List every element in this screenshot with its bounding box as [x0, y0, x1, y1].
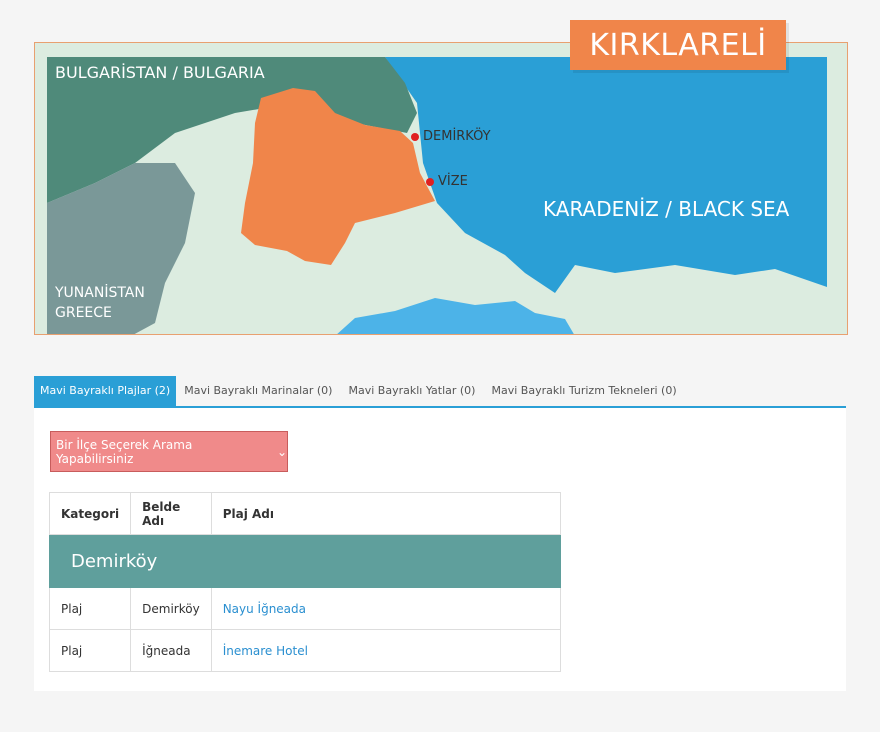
city-marker-icon: [411, 132, 419, 141]
tab-blue-flag-beaches[interactable]: Mavi Bayraklı Plajlar (2): [34, 376, 177, 406]
city-vize: VİZE: [426, 174, 468, 189]
city-name: VİZE: [438, 174, 468, 189]
cell-town: İğneada: [130, 629, 212, 672]
city-demirkoy: DEMİRKÖY: [411, 129, 491, 144]
column-header-beach: Plaj Adı: [210, 492, 562, 535]
city-marker-icon: [426, 177, 434, 186]
chevron-down-icon: ⌄: [276, 444, 287, 459]
table-header-row: Kategori Belde Adı Plaj Adı: [48, 492, 562, 535]
tab-blue-flag-tour-boats[interactable]: Mavi Bayraklı Turizm Tekneleri (0): [483, 376, 684, 406]
cell-category: Plaj: [48, 629, 132, 672]
province-title-badge: KIRKLARELİ: [570, 20, 786, 70]
district-select[interactable]: Bir İlçe Seçerek Arama Yapabilirsiniz ⌄: [50, 431, 288, 472]
table-row: Plaj İğneada İnemare Hotel: [48, 629, 562, 672]
province-map: BULGARİSTAN / BULGARIA YUNANİSTAN GREECE…: [34, 42, 848, 335]
black-sea-label: KARADENİZ / BLACK SEA: [543, 197, 790, 221]
bulgaria-label: BULGARİSTAN / BULGARIA: [55, 63, 265, 82]
city-name: DEMİRKÖY: [423, 129, 491, 144]
beach-link[interactable]: Nayu İğneada: [223, 602, 306, 616]
bosphorus-shape: [337, 298, 574, 334]
table-row: Plaj Demirköy Nayu İğneada: [48, 587, 562, 630]
district-select-label: Bir İlçe Seçerek Arama Yapabilirsiniz: [56, 437, 193, 466]
map-graphic: [47, 57, 827, 334]
cell-beach: İnemare Hotel: [210, 629, 562, 672]
greece-label-line2: GREECE: [55, 305, 112, 321]
greece-label: YUNANİSTAN GREECE: [55, 283, 145, 323]
group-label: Demirköy: [49, 534, 561, 588]
category-tabs: Mavi Bayraklı Plajlar (2) Mavi Bayraklı …: [34, 376, 846, 408]
cell-beach: Nayu İğneada: [210, 587, 562, 630]
cell-category: Plaj: [48, 587, 132, 630]
tab-blue-flag-marinas[interactable]: Mavi Bayraklı Marinalar (0): [176, 376, 340, 406]
column-header-town: Belde Adı: [130, 492, 212, 535]
table-group-row: Demirköy: [49, 534, 561, 588]
tab-panel: Bir İlçe Seçerek Arama Yapabilirsiniz ⌄ …: [34, 408, 846, 691]
beach-table: Kategori Belde Adı Plaj Adı Demirköy Pla…: [48, 492, 562, 672]
beach-link[interactable]: İnemare Hotel: [223, 644, 308, 658]
tab-blue-flag-yachts[interactable]: Mavi Bayraklı Yatlar (0): [340, 376, 483, 406]
cell-town: Demirköy: [130, 587, 212, 630]
column-header-category: Kategori: [48, 492, 132, 535]
greece-label-line1: YUNANİSTAN: [55, 285, 145, 301]
